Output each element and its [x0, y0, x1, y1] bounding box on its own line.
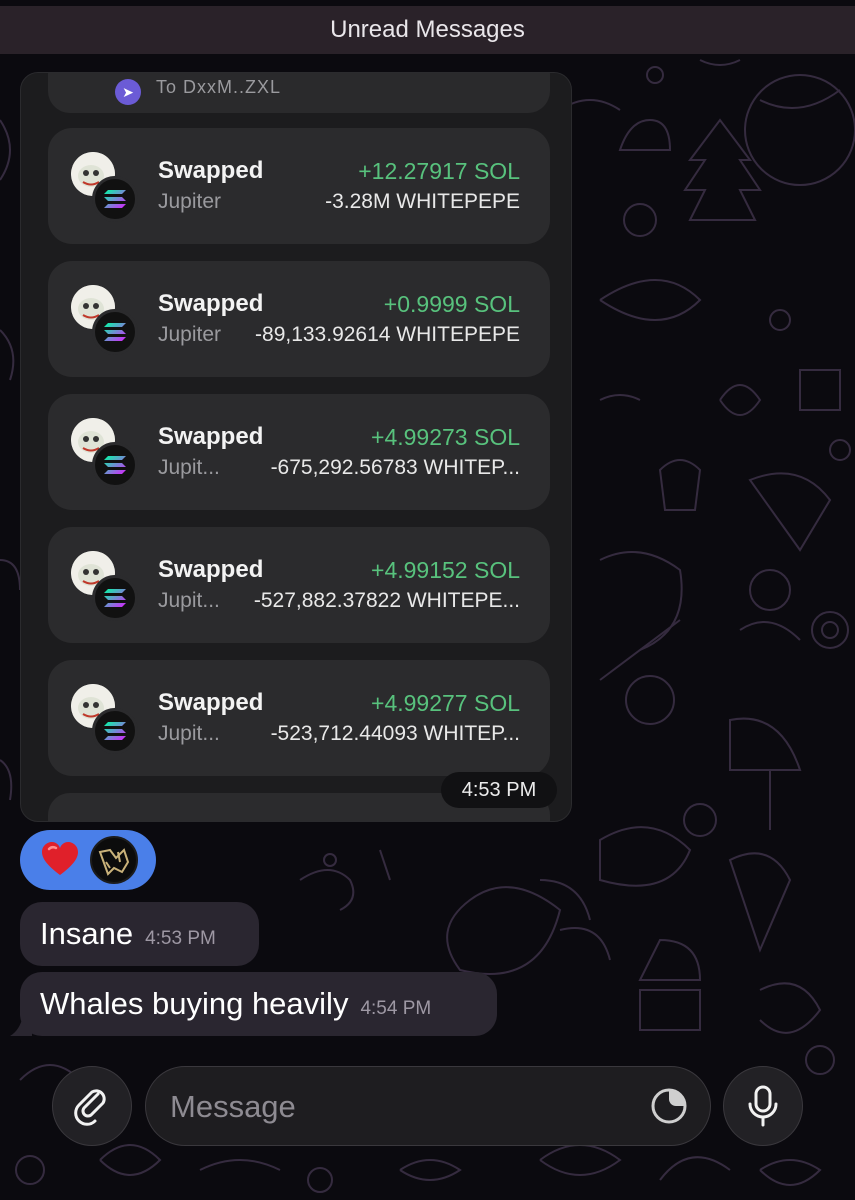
transaction-loss: -89,133.92614 WHITEPEPE	[255, 323, 520, 346]
transaction-gain: +4.99273 SOL	[371, 424, 520, 450]
message-input[interactable]	[168, 1067, 632, 1147]
transaction-row: Swapped Jupit... +4.99152 SOL -527,882.3…	[48, 527, 550, 643]
solana-icon	[92, 575, 138, 621]
transaction-title: Swapped	[158, 157, 264, 184]
solana-icon	[92, 442, 138, 488]
heart-icon	[42, 842, 78, 875]
transaction-source: Jupiter	[158, 323, 222, 346]
transaction-source: Jupiter	[158, 190, 222, 213]
wallet-activity-screenshot[interactable]: ➤ To DxxM..ZXL Swapped Jupiter +12.27917…	[20, 72, 572, 822]
composer-bar	[0, 1062, 855, 1152]
transaction-source: Jupit...	[158, 456, 220, 479]
transaction-gain: +0.9999 SOL	[383, 291, 520, 317]
transaction-loss: -3.28M WHITEPEPE	[325, 190, 520, 213]
attach-button[interactable]	[52, 1066, 132, 1146]
transaction-row: Swapped Jupiter +12.27917 SOL -3.28M WHI…	[48, 128, 550, 244]
transaction-row: Swapped Jupiter +0.9999 SOL -89,133.9261…	[48, 261, 550, 377]
transaction-gain: +4.99152 SOL	[371, 557, 520, 583]
transaction-loss: -675,292.56783 WHITEP...	[270, 456, 520, 479]
bubble-tail	[10, 1009, 32, 1036]
unread-messages-label: Unread Messages	[330, 16, 525, 43]
transaction-title: Swapped	[158, 423, 264, 450]
transaction-row-partial: ➤ To DxxM..ZXL	[48, 73, 550, 113]
transaction-loss: -527,882.37822 WHITEPE...	[253, 589, 520, 612]
transaction-gain: +12.27917 SOL	[358, 158, 520, 184]
message-text: Insane	[40, 916, 134, 951]
message-bubble[interactable]: Insane 4:53 PM	[20, 902, 259, 966]
transaction-title: Swapped	[158, 556, 264, 583]
transaction-row: Swapped Jupit... +4.99273 SOL -675,292.5…	[48, 394, 550, 510]
image-timestamp: 4:53 PM	[441, 772, 557, 808]
reactor-avatar	[90, 836, 138, 884]
message-input-container[interactable]	[145, 1066, 711, 1147]
solana-icon	[92, 309, 138, 355]
voice-record-button[interactable]	[723, 1066, 803, 1146]
sticker-icon[interactable]	[648, 1085, 690, 1127]
send-arrow-icon: ➤	[115, 79, 141, 105]
transaction-title: Swapped	[158, 689, 264, 716]
unread-messages-banner: Unread Messages	[0, 6, 855, 54]
transaction-title: Swapped	[158, 290, 264, 317]
transaction-row: Swapped Jupit... +4.99277 SOL -523,712.4…	[48, 660, 550, 776]
transaction-loss: -523,712.44093 WHITEP...	[270, 722, 520, 745]
message-time: 4:54 PM	[360, 998, 432, 1019]
partial-transaction-text: To DxxM..ZXL	[156, 77, 282, 97]
message-time: 4:53 PM	[145, 928, 216, 949]
message-bubble[interactable]: Whales buying heavily 4:54 PM	[20, 972, 497, 1036]
transaction-gain: +4.99277 SOL	[371, 690, 520, 716]
solana-icon	[92, 176, 138, 222]
microphone-icon	[748, 1085, 778, 1127]
reaction-badge[interactable]	[20, 830, 156, 890]
solana-icon	[92, 708, 138, 754]
image-time-label: 4:53 PM	[461, 778, 537, 801]
transaction-source: Jupit...	[158, 589, 220, 612]
transaction-source: Jupit...	[158, 722, 220, 745]
paperclip-icon	[74, 1089, 106, 1126]
message-text: Whales buying heavily	[40, 986, 349, 1021]
